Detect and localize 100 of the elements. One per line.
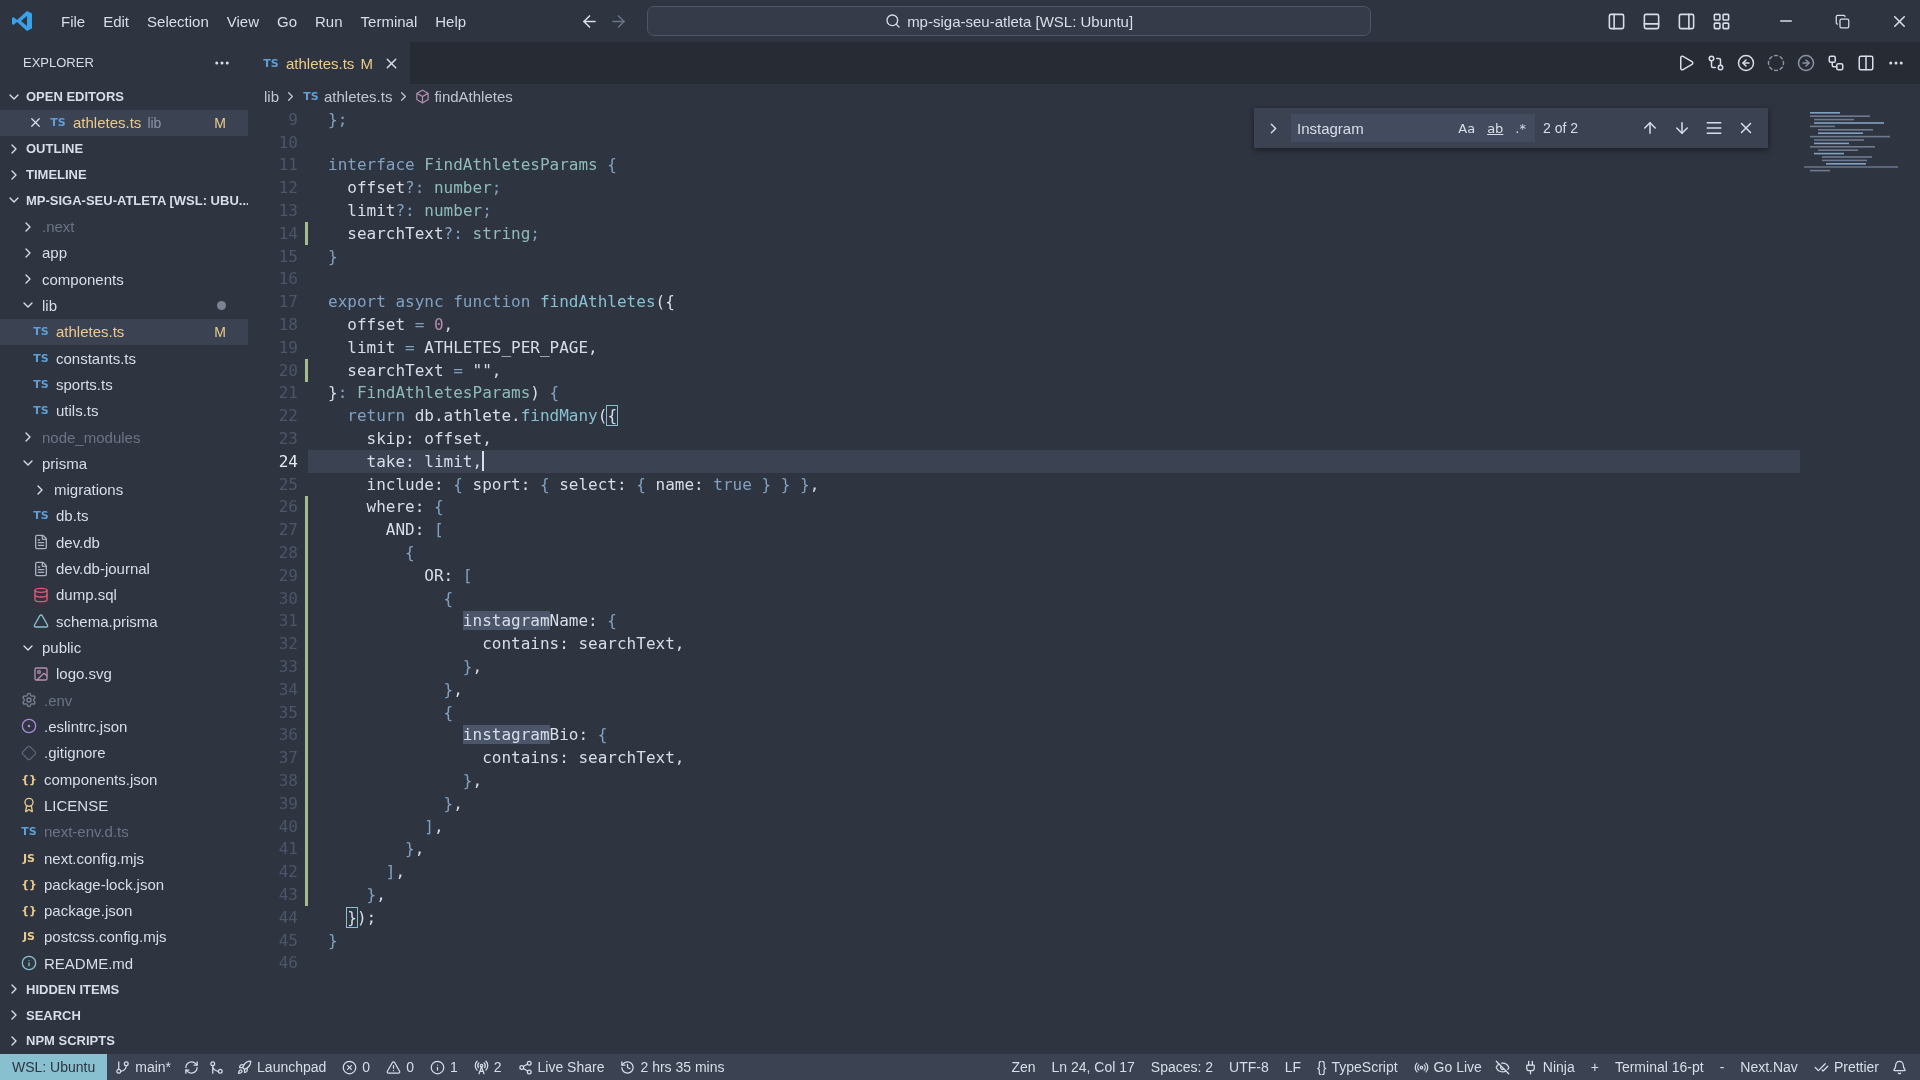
menu-item[interactable]: Help	[426, 8, 476, 34]
file-name[interactable]: .eslintrc.json	[44, 717, 128, 735]
folder-name[interactable]: prisma	[42, 454, 87, 472]
restore-icon[interactable]	[1835, 13, 1850, 29]
folder-name[interactable]: components	[42, 270, 124, 288]
folder-name[interactable]: app	[42, 244, 68, 262]
status-item[interactable]: 1	[421, 1054, 466, 1080]
find-input[interactable]: Instagram Aa ab .*	[1291, 114, 1535, 142]
layout-icon[interactable]	[1712, 11, 1731, 31]
status-item[interactable]: LF	[1276, 1054, 1310, 1080]
file-name[interactable]: package.json	[44, 902, 133, 920]
status-item[interactable]: Next.Nav	[1732, 1054, 1806, 1080]
file-name[interactable]: db.ts	[56, 507, 89, 525]
folder-name[interactable]: public	[42, 639, 82, 656]
merge-icon[interactable]	[209, 1059, 225, 1075]
status-item[interactable]: Launchpad	[229, 1054, 335, 1080]
file-type-icon: TS	[262, 57, 280, 70]
status-item[interactable]: main*	[107, 1054, 180, 1080]
file-name[interactable]: logo.svg	[56, 665, 112, 683]
file-name[interactable]: utils.ts	[56, 402, 99, 420]
eye-off-icon[interactable]	[1494, 1059, 1510, 1075]
compare-icon[interactable]	[1707, 54, 1725, 72]
error-icon	[342, 1059, 358, 1075]
code-line: };	[328, 108, 348, 131]
menu-item[interactable]: File	[52, 8, 95, 34]
find-option[interactable]: ab	[1484, 119, 1507, 137]
file-name[interactable]: dev.db	[56, 533, 100, 551]
folder-name[interactable]: migrations	[54, 481, 124, 499]
previous-change-icon[interactable]	[1737, 54, 1755, 72]
bell-icon[interactable]	[1892, 1059, 1907, 1075]
section-header[interactable]: OUTLINE	[26, 141, 84, 157]
status-item[interactable]: Spaces: 2	[1142, 1054, 1222, 1080]
file-name[interactable]: LICENSE	[44, 796, 109, 814]
file-name[interactable]: athletes.ts	[56, 323, 125, 341]
menu-item[interactable]: Edit	[94, 8, 139, 34]
file-name[interactable]: components.json	[44, 770, 158, 788]
status-item[interactable]: Ln 24, Col 17	[1043, 1054, 1143, 1080]
status-item[interactable]: 0	[334, 1054, 379, 1080]
status-item[interactable]: UTF-8	[1221, 1054, 1277, 1080]
section-header[interactable]: HIDDEN ITEMS	[26, 981, 120, 997]
secondary-sidebar-icon[interactable]	[1677, 11, 1696, 31]
section-header[interactable]: TIMELINE	[26, 167, 87, 183]
menu-item[interactable]: Terminal	[351, 8, 427, 34]
file-name[interactable]: next.config.mjs	[44, 849, 145, 867]
status-item[interactable]: Ninja	[1514, 1054, 1583, 1080]
status-item[interactable]: 2 hrs 35 mins	[612, 1054, 733, 1080]
breadcrumb-item[interactable]: athletes.ts	[324, 87, 393, 105]
panel-toggle-icon[interactable]	[1642, 11, 1661, 31]
status-item[interactable]: Terminal 16-pt	[1606, 1054, 1712, 1080]
file-name[interactable]: README.md	[44, 954, 134, 972]
menu-item[interactable]: View	[217, 8, 268, 34]
find-option[interactable]: Aa	[1455, 119, 1479, 137]
branch-icon	[115, 1059, 131, 1075]
file-name[interactable]: schema.prisma	[56, 612, 158, 630]
file-name[interactable]: package-lock.json	[44, 875, 165, 893]
next-change-icon[interactable]	[1797, 54, 1815, 72]
section-header[interactable]: OPEN EDITORS	[26, 89, 124, 105]
folder-name[interactable]: lib	[42, 296, 57, 314]
menu-item[interactable]: Go	[268, 8, 306, 34]
rocket-icon	[237, 1059, 253, 1075]
file-name[interactable]: constants.ts	[56, 349, 137, 367]
file-name[interactable]: dev.db-journal	[56, 560, 150, 578]
file-name[interactable]: postcss.config.mjs	[44, 928, 167, 946]
code-line: include: { sport: { select: { name: true } } },	[365, 473, 820, 496]
previous-match-icon[interactable]	[1641, 119, 1659, 137]
file-name[interactable]: .gitignore	[44, 744, 106, 762]
file-name[interactable]: athletes.ts	[73, 114, 142, 132]
breadcrumb-item[interactable]: findAthletes	[434, 87, 513, 105]
status-item[interactable]: Live Share	[509, 1054, 613, 1080]
history-icon	[620, 1059, 636, 1075]
line-number: 24	[277, 451, 298, 471]
menu-item[interactable]: Selection	[138, 8, 218, 34]
sidebar-toggle-icon[interactable]	[1607, 11, 1626, 31]
info-icon	[429, 1059, 445, 1075]
folder-hint: lib	[147, 114, 162, 131]
command-search-field[interactable]: mp-siga-seu-atleta [WSL: Ubuntu]	[647, 6, 1372, 36]
file-type-icon: TS	[49, 116, 67, 130]
status-item[interactable]: Go Live	[1405, 1054, 1490, 1080]
status-item[interactable]: Prettier	[1805, 1054, 1887, 1080]
status-item[interactable]: +	[1582, 1054, 1607, 1080]
file-name[interactable]: sports.ts	[56, 375, 113, 393]
status-item[interactable]: {} TypeScript	[1309, 1054, 1406, 1080]
run-icon[interactable]	[1677, 54, 1695, 72]
file-name[interactable]: dump.sql	[56, 586, 117, 604]
menu-item[interactable]: Run	[306, 8, 352, 34]
next-match-icon[interactable]	[1673, 119, 1691, 137]
section-header[interactable]: SEARCH	[26, 1007, 81, 1023]
status-item[interactable]: 2	[465, 1054, 510, 1080]
section-header[interactable]: MP-SIGA-SEU-ATLETA [WSL: UBU...	[26, 192, 248, 208]
split-editor-icon[interactable]	[1857, 54, 1875, 72]
code-line: },	[461, 770, 483, 792]
find-option[interactable]: .*	[1512, 119, 1529, 137]
editor-tab[interactable]: TS athletes.ts M	[248, 42, 410, 84]
breadcrumb-item[interactable]: lib	[264, 87, 279, 105]
sync-icon[interactable]	[184, 1059, 200, 1075]
remote-indicator[interactable]: WSL: Ubuntu	[0, 1054, 108, 1080]
section-header[interactable]: NPM SCRIPTS	[26, 1033, 115, 1049]
status-item[interactable]: 0	[378, 1054, 422, 1080]
status-item[interactable]: Zen	[1003, 1054, 1044, 1080]
status-item[interactable]: -	[1711, 1054, 1733, 1080]
